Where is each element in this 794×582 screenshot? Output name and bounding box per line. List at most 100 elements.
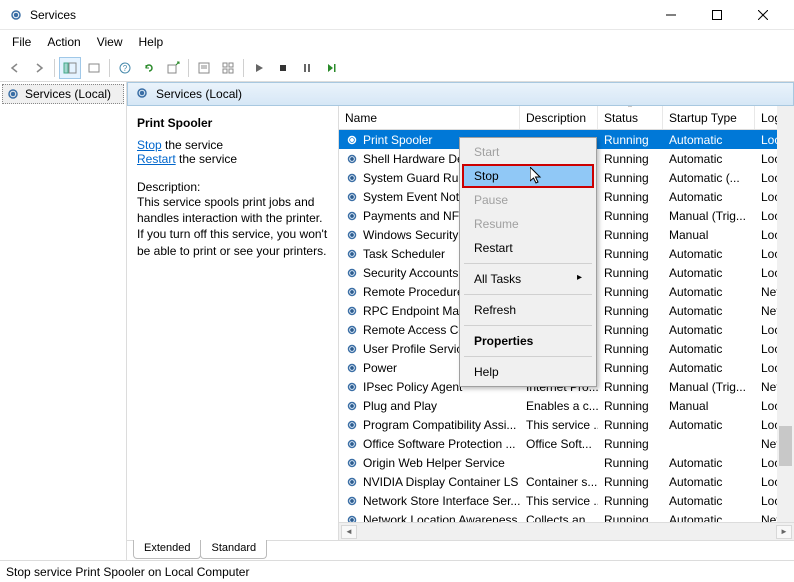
context-menu-help[interactable]: Help <box>462 360 594 384</box>
cell-status: Running <box>598 285 663 299</box>
info-pane: Print Spooler Stop the service Restart t… <box>127 106 338 540</box>
close-button[interactable] <box>740 1 786 29</box>
context-menu-properties[interactable]: Properties <box>462 329 594 353</box>
menu-view[interactable]: View <box>89 33 131 51</box>
service-icon <box>345 399 359 413</box>
cell-status: Running <box>598 418 663 432</box>
context-menu-start: Start <box>462 140 594 164</box>
vertical-scrollbar[interactable] <box>777 106 794 522</box>
cell-status: Running <box>598 171 663 185</box>
toolbar: ? <box>0 54 794 82</box>
service-icon <box>345 475 359 489</box>
cell-status: Running <box>598 437 663 451</box>
back-button[interactable] <box>4 57 26 79</box>
cell-status: Running <box>598 513 663 523</box>
cell-startup: Automatic <box>663 456 755 470</box>
properties-button[interactable] <box>193 57 215 79</box>
cell-name: System Guard Run <box>363 171 465 185</box>
cell-description: Office Soft... <box>520 437 598 451</box>
cell-description: This service ... <box>520 494 598 508</box>
horizontal-scrollbar[interactable]: ◄ ► <box>339 522 794 540</box>
cell-startup: Automatic <box>663 418 755 432</box>
cell-description: Collects an... <box>520 513 598 523</box>
tree-root-item[interactable]: Services (Local) <box>2 84 124 104</box>
help-button[interactable]: ? <box>114 57 136 79</box>
table-row[interactable]: Network Store Interface Ser...This servi… <box>339 491 794 510</box>
scroll-left-button[interactable]: ◄ <box>341 525 357 539</box>
tree-root-label: Services (Local) <box>25 87 111 101</box>
context-menu-all-tasks[interactable]: All Tasks <box>462 267 594 291</box>
cell-startup: Automatic (... <box>663 171 755 185</box>
cell-startup: Automatic <box>663 513 755 523</box>
service-icon <box>345 437 359 451</box>
app-icon <box>8 7 24 23</box>
context-menu-separator <box>464 263 592 264</box>
service-icon <box>345 152 359 166</box>
maximize-button[interactable] <box>694 1 740 29</box>
table-row[interactable]: NVIDIA Display Container LSContainer s..… <box>339 472 794 491</box>
cell-startup: Automatic <box>663 475 755 489</box>
refresh-button[interactable] <box>138 57 160 79</box>
context-menu-refresh[interactable]: Refresh <box>462 298 594 322</box>
cell-name: Network Location Awareness <box>363 513 518 523</box>
tree-pane: Services (Local) <box>0 82 127 560</box>
export-list-button[interactable] <box>83 57 105 79</box>
tab-extended[interactable]: Extended <box>133 540 201 559</box>
start-service-button[interactable] <box>248 57 270 79</box>
cell-status: Running <box>598 209 663 223</box>
menu-file[interactable]: File <box>4 33 39 51</box>
table-row[interactable]: Network Location AwarenessCollects an...… <box>339 510 794 522</box>
stop-link[interactable]: Stop <box>137 138 162 152</box>
restart-link[interactable]: Restart <box>137 152 176 166</box>
col-status[interactable]: ⌃Status <box>598 106 663 129</box>
col-name[interactable]: Name <box>339 106 520 129</box>
service-icon <box>345 171 359 185</box>
cell-description: Enables a c... <box>520 399 598 413</box>
table-row[interactable]: Origin Web Helper ServiceRunningAutomati… <box>339 453 794 472</box>
service-icon <box>345 323 359 337</box>
service-icon <box>345 228 359 242</box>
show-hide-tree-button[interactable] <box>59 57 81 79</box>
cell-startup: Automatic <box>663 342 755 356</box>
context-menu[interactable]: StartStopPauseResumeRestartAll TasksRefr… <box>459 137 597 387</box>
titlebar: Services <box>0 0 794 30</box>
restart-service-button[interactable] <box>320 57 342 79</box>
cell-startup: Automatic <box>663 304 755 318</box>
pause-service-button[interactable] <box>296 57 318 79</box>
service-icon <box>345 209 359 223</box>
context-menu-separator <box>464 294 592 295</box>
grid-button[interactable] <box>217 57 239 79</box>
description-text: This service spools print jobs and handl… <box>137 194 328 259</box>
table-row[interactable]: Program Compatibility Assi...This servic… <box>339 415 794 434</box>
cell-name: Security Accounts <box>363 266 458 280</box>
cell-name: Shell Hardware De <box>363 152 464 166</box>
cell-status: Running <box>598 380 663 394</box>
cell-name: Plug and Play <box>363 399 437 413</box>
menu-action[interactable]: Action <box>39 33 88 51</box>
service-icon <box>345 418 359 432</box>
scroll-right-button[interactable]: ► <box>776 525 792 539</box>
cell-name: Network Store Interface Ser... <box>363 494 520 508</box>
main-area: Services (Local) Services (Local) Print … <box>0 82 794 560</box>
stop-service-button[interactable] <box>272 57 294 79</box>
cell-startup: Manual (Trig... <box>663 380 755 394</box>
minimize-button[interactable] <box>648 1 694 29</box>
table-row[interactable]: Plug and PlayEnables a c...RunningManual… <box>339 396 794 415</box>
cell-description: Container s... <box>520 475 598 489</box>
menu-help[interactable]: Help <box>131 33 172 51</box>
pane-header: Services (Local) <box>127 82 794 106</box>
export-button[interactable] <box>162 57 184 79</box>
cell-status: Running <box>598 247 663 261</box>
forward-button[interactable] <box>28 57 50 79</box>
table-row[interactable]: Office Software Protection ...Office Sof… <box>339 434 794 453</box>
col-description[interactable]: Description <box>520 106 598 129</box>
tab-standard[interactable]: Standard <box>200 540 267 559</box>
cell-startup: Manual <box>663 399 755 413</box>
pane-header-label: Services (Local) <box>156 87 242 101</box>
context-menu-restart[interactable]: Restart <box>462 236 594 260</box>
vertical-scroll-thumb[interactable] <box>779 426 792 466</box>
col-startup-type[interactable]: Startup Type <box>663 106 755 129</box>
cell-status: Running <box>598 475 663 489</box>
cell-status: Running <box>598 342 663 356</box>
context-menu-stop[interactable]: Stop <box>462 164 594 188</box>
